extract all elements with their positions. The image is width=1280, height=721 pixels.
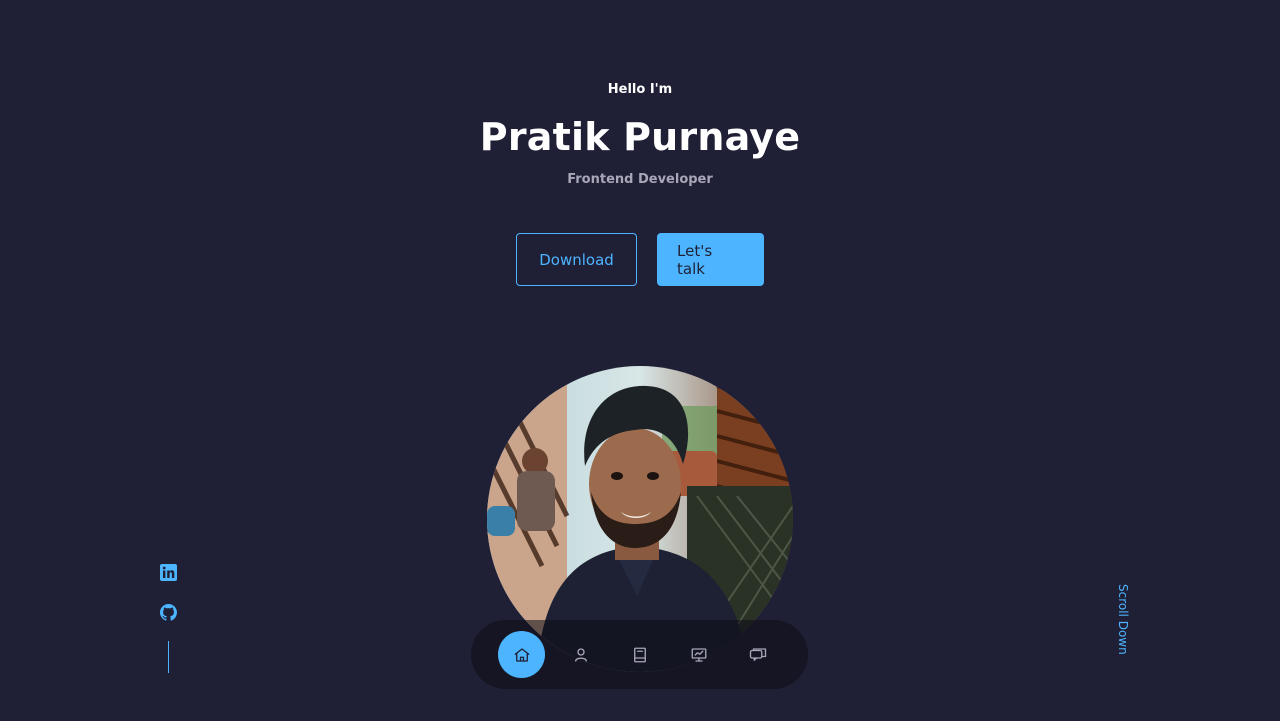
user-icon (574, 647, 587, 662)
book-icon (633, 647, 646, 662)
social-links (158, 562, 178, 673)
lets-talk-button[interactable]: Let's talk (657, 233, 764, 286)
role-subtitle: Frontend Developer (567, 172, 713, 187)
nav-item-experience[interactable] (616, 631, 663, 678)
github-icon (159, 603, 177, 621)
linkedin-icon (159, 563, 177, 581)
greeting-text: Hello I'm (607, 82, 673, 97)
scroll-down-link[interactable]: Scroll Down (1115, 584, 1131, 655)
bottom-nav (471, 620, 808, 689)
page-title: Pratik Purnaye (479, 115, 801, 159)
home-icon (514, 647, 529, 662)
download-cv-button[interactable]: Download (516, 233, 637, 286)
nav-item-about[interactable] (557, 631, 604, 678)
nav-item-home[interactable] (498, 631, 545, 678)
cta-buttons: Download Let's talk (0, 233, 1280, 286)
nav-item-portfolio[interactable] (675, 631, 722, 678)
linkedin-link[interactable] (158, 562, 178, 582)
chat-bubbles-icon (749, 647, 766, 661)
nav-item-contact[interactable] (734, 631, 781, 678)
github-link[interactable] (158, 602, 178, 622)
hero-header: Hello I'm Pratik Purnaye Frontend Develo… (0, 80, 1280, 190)
social-divider-line (167, 641, 169, 673)
presentation-chart-icon (691, 647, 706, 662)
